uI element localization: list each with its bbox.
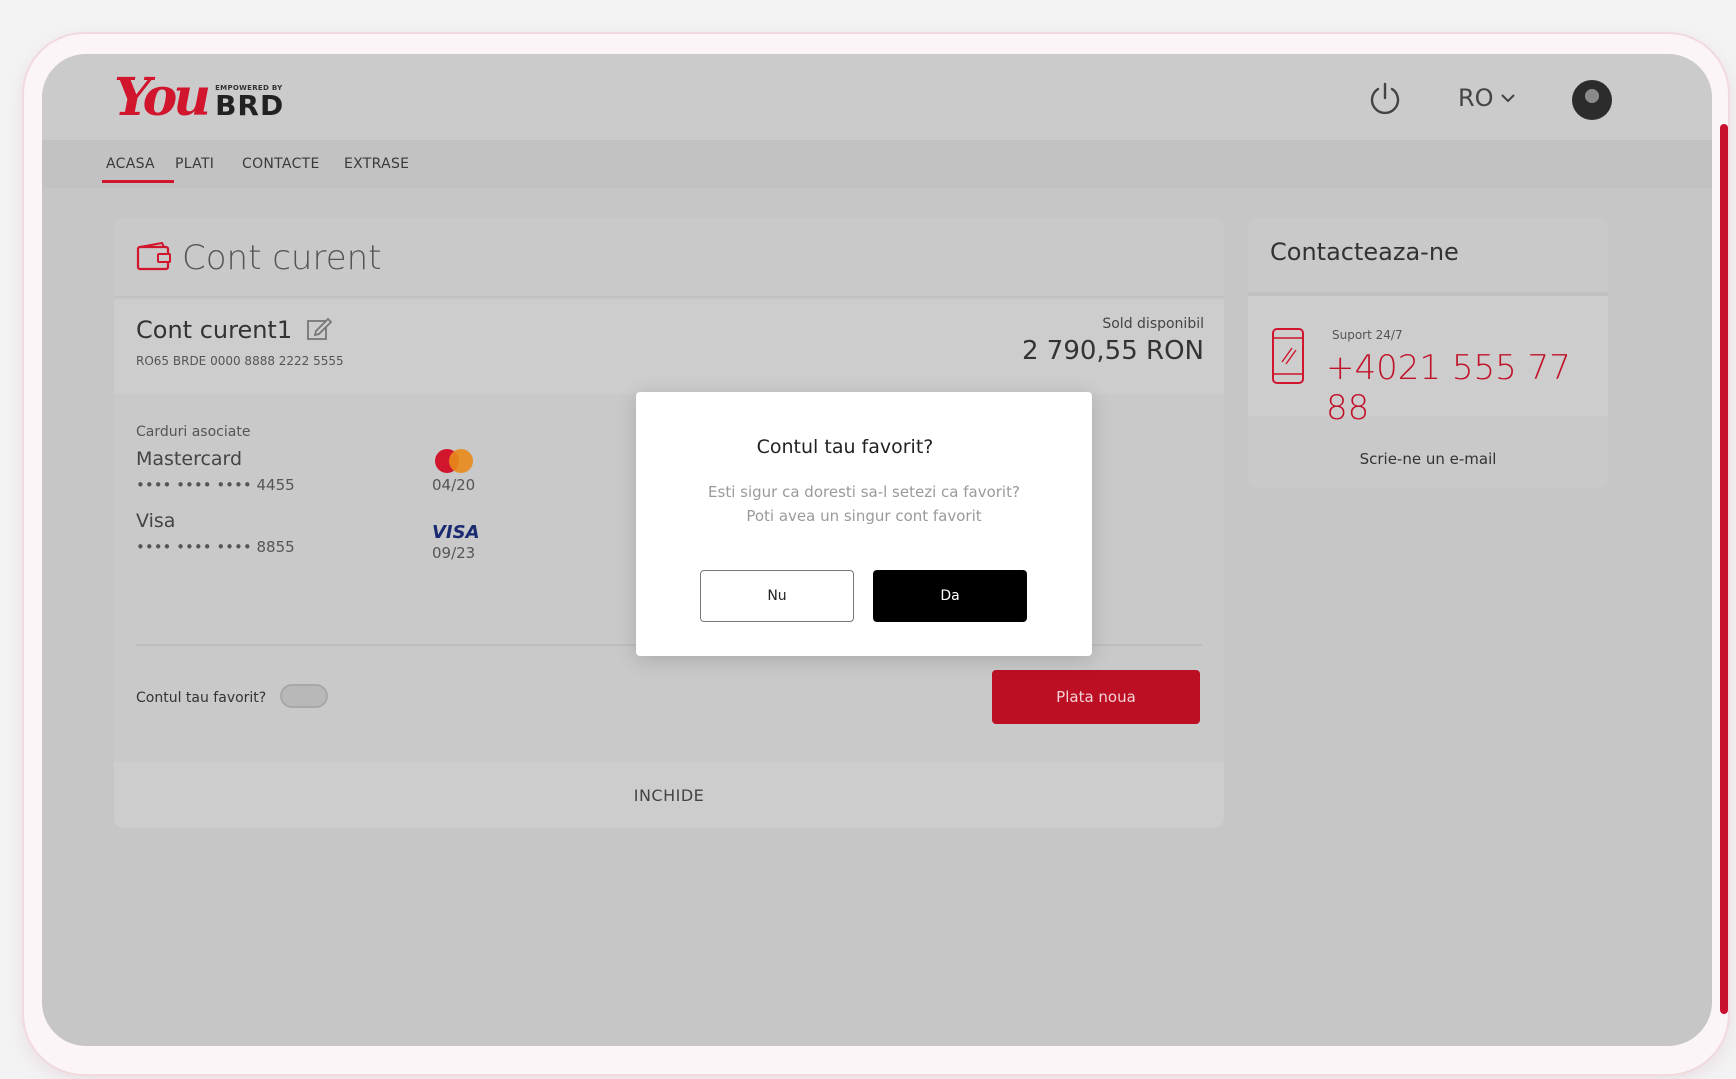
favorite-confirm-dialog: Contul tau favorit? Esti sigur ca dorest… — [636, 392, 1092, 656]
wallet-icon — [136, 242, 171, 271]
phone-icon — [1272, 328, 1304, 384]
dialog-message: Esti sigur ca doresti sa-l setezi ca fav… — [636, 480, 1092, 528]
dialog-message-line2: Poti avea un singur cont favorit — [746, 507, 982, 525]
main-nav: ACASA PLATI CONTACTE EXTRASE — [42, 140, 1712, 188]
nav-active-indicator — [102, 180, 174, 183]
app-header: You EMPOWERED BY BRD RO — [42, 54, 1712, 140]
card-name-visa: Visa — [136, 510, 176, 532]
nav-acasa[interactable]: ACASA — [106, 156, 155, 172]
dialog-yes-button[interactable]: Da — [873, 570, 1027, 622]
edit-icon[interactable] — [306, 316, 332, 342]
language-label: RO — [1458, 84, 1494, 112]
close-button[interactable]: INCHIDE — [114, 762, 1224, 828]
new-payment-button[interactable]: Plata noua — [992, 670, 1200, 724]
chevron-down-icon — [1500, 94, 1515, 103]
email-link[interactable]: Scrie-ne un e-mail — [1248, 450, 1608, 468]
support-phone[interactable]: +4021 555 77 88 — [1326, 348, 1608, 428]
nav-plati[interactable]: PLATI — [175, 156, 214, 172]
avatar[interactable] — [1572, 80, 1612, 120]
account-card-title: Cont curent — [182, 238, 382, 278]
device-edge — [1720, 124, 1728, 1014]
card-expiry-mastercard: 04/20 — [432, 476, 476, 494]
account-name: Cont curent1 — [136, 316, 293, 344]
dialog-no-button[interactable]: Nu — [700, 570, 854, 622]
account-card-header: Cont curent — [114, 218, 1224, 298]
nav-extrase[interactable]: EXTRASE — [344, 156, 409, 172]
linked-cards-label: Carduri asociate — [136, 424, 251, 440]
contact-phone-section: Suport 24/7 +4021 555 77 88 — [1248, 296, 1608, 428]
card-number-mastercard: •••• •••• •••• 4455 — [136, 476, 295, 494]
app-screen: You EMPOWERED BY BRD RO ACASA PLATI CONT… — [42, 54, 1712, 1046]
card-expiry-visa: 09/23 — [432, 544, 476, 562]
brand-logo[interactable]: You EMPOWERED BY BRD — [114, 70, 284, 126]
account-card-footer: INCHIDE — [114, 762, 1224, 828]
balance-value: 2 790,55 RON — [1021, 336, 1204, 366]
logo-brd-text: BRD — [215, 89, 285, 122]
mastercard-logo-icon — [435, 449, 473, 473]
logo-you-text: You — [114, 67, 211, 128]
card-name-mastercard: Mastercard — [136, 448, 243, 470]
power-icon[interactable] — [1366, 80, 1404, 118]
language-selector[interactable]: RO — [1458, 84, 1516, 112]
dialog-message-line1: Esti sigur ca doresti sa-l setezi ca fav… — [708, 483, 1020, 501]
dialog-title: Contul tau favorit? — [756, 436, 934, 458]
nav-contacte[interactable]: CONTACTE — [242, 156, 320, 172]
favorite-toggle[interactable] — [280, 684, 328, 708]
balance-label: Sold disponibil — [1102, 316, 1204, 332]
contact-title: Contacteaza-ne — [1270, 238, 1459, 266]
contact-card: Contacteaza-ne Suport 24/7 +4021 555 77 … — [1248, 218, 1608, 488]
account-iban: RO65 BRDE 0000 8888 2222 5555 — [136, 354, 344, 368]
account-summary: Cont curent1 RO65 BRDE 0000 8888 2222 55… — [114, 300, 1224, 394]
card-number-visa: •••• •••• •••• 8855 — [136, 538, 295, 556]
visa-logo-icon: VISA — [432, 522, 480, 543]
favorite-label: Contul tau favorit? — [136, 690, 267, 706]
support-label: Suport 24/7 — [1332, 328, 1403, 342]
